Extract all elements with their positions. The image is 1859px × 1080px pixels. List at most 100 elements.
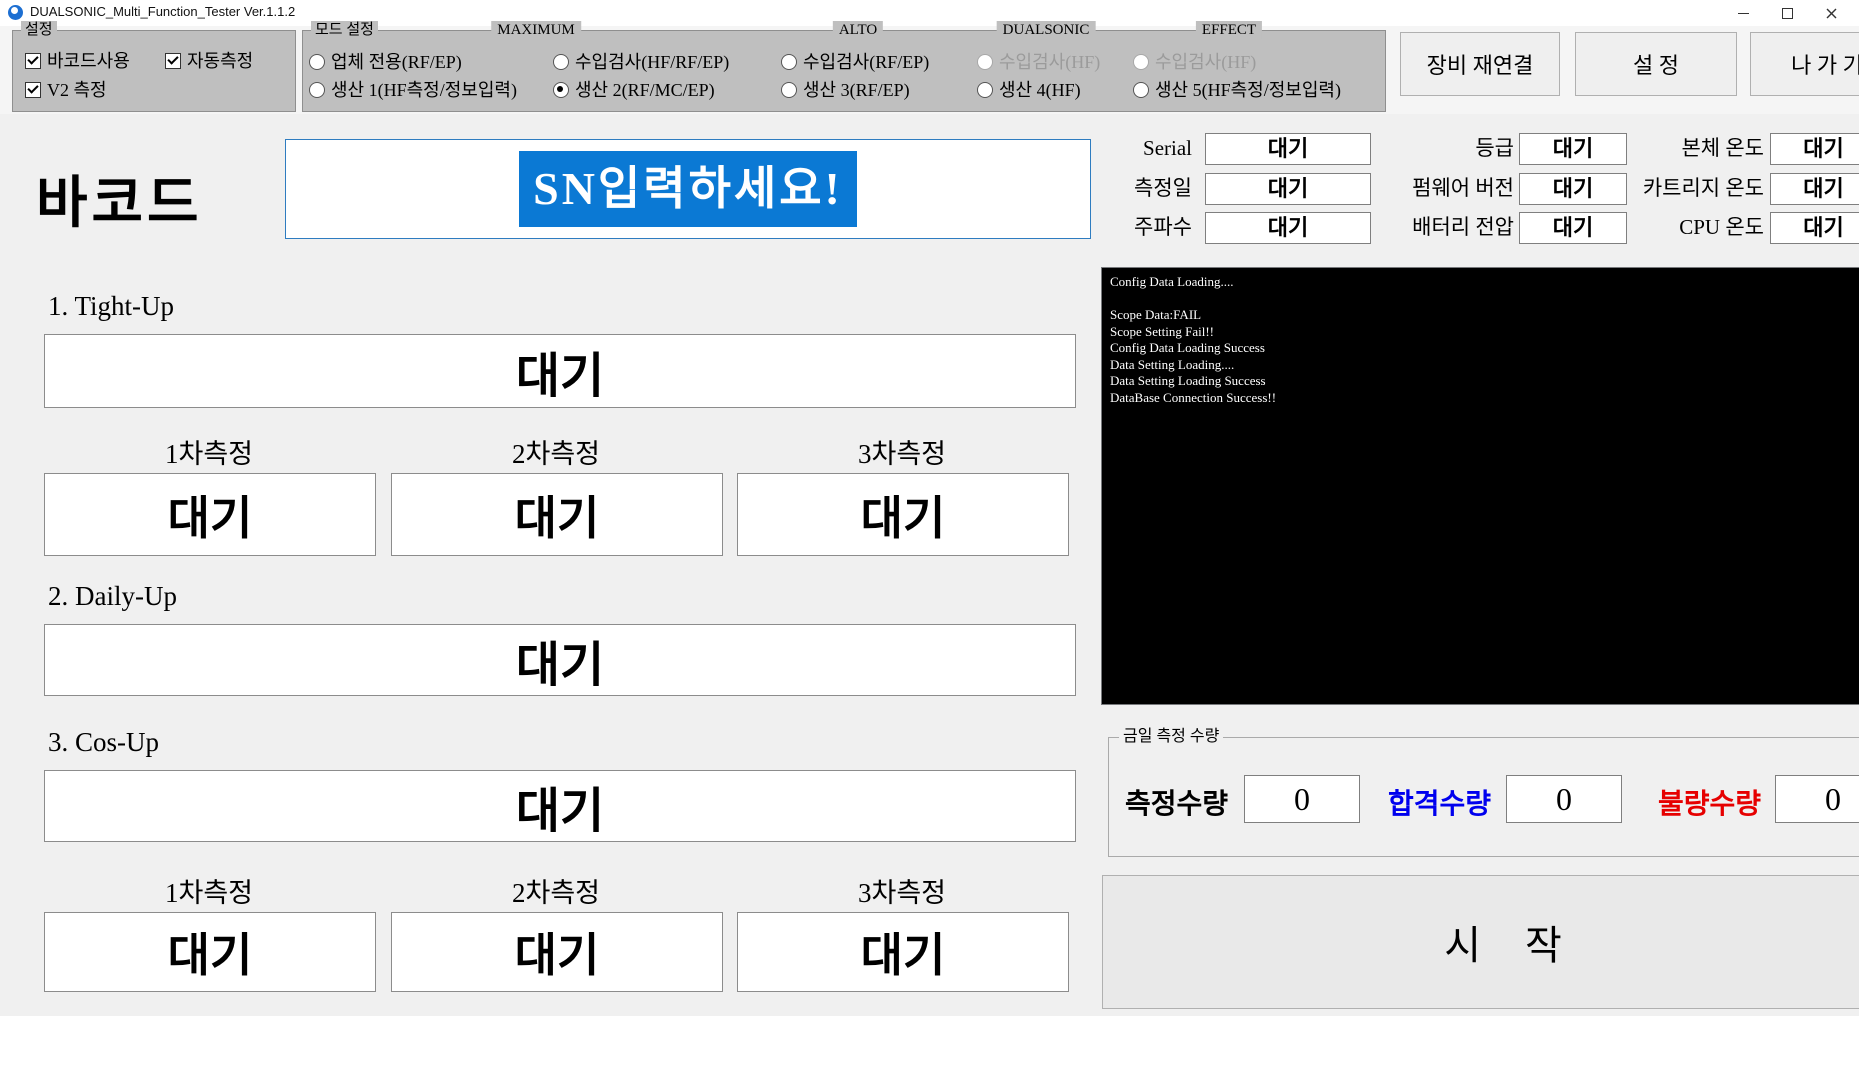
radio-icon (977, 82, 993, 98)
row2-measure1-box: 대기 (44, 912, 376, 992)
title-bar: DUALSONIC_Multi_Function_Tester Ver.1.1.… (0, 0, 1859, 26)
log-line: Data Setting Loading Success (1110, 373, 1852, 390)
radio-icon (781, 82, 797, 98)
radio-icon (309, 54, 325, 70)
radio-import-rf-ep[interactable]: 수입검사(RF/EP) (781, 51, 929, 73)
close-icon (1826, 8, 1837, 19)
daily-count-title: 금일 측정 수량 (1119, 728, 1223, 746)
settings-group: 설정 바코드사용 자동측정 V2 측정 (12, 30, 296, 112)
section-daily-up-title: 2. Daily-Up (48, 581, 177, 612)
row1-measure1-label: 1차측정 (44, 432, 374, 471)
body-temp-label: 본체 온도 (1580, 133, 1764, 163)
checkbox-icon (165, 53, 181, 69)
close-button[interactable] (1814, 0, 1848, 26)
top-panel: 설정 바코드사용 자동측정 V2 측정 모드 설정 MAXIMUM ALTO D… (0, 26, 1859, 114)
radio-icon (781, 54, 797, 70)
exit-button[interactable]: 나 가 기 (1750, 32, 1859, 96)
log-line: Config Data Loading.... (1110, 274, 1852, 291)
mode-col-maximum: MAXIMUM (491, 21, 581, 39)
row1-measure1-box: 대기 (44, 473, 376, 556)
cartridge-temp-value: 대기 (1770, 173, 1859, 205)
fail-count-label: 불량수량 (1658, 782, 1761, 822)
log-line: Scope Data:FAIL (1110, 307, 1852, 324)
row1-measure2-box: 대기 (391, 473, 723, 556)
row2-measure2-label: 2차측정 (391, 871, 721, 910)
radio-import-hf-effect[interactable]: 수입검사(HF) (1133, 51, 1256, 73)
measured-count-label: 측정수량 (1125, 782, 1228, 822)
radio-import-hf-dualsonic[interactable]: 수입검사(HF) (977, 51, 1100, 73)
daily-up-status-box: 대기 (44, 624, 1076, 696)
daily-count-group: 금일 측정 수량 측정수량 0 합격수량 0 불량수량 0 (1108, 737, 1859, 857)
barcode-selected-text: SN입력하세요! (519, 151, 857, 226)
fail-count-value: 0 (1775, 775, 1859, 823)
radio-icon (977, 54, 993, 70)
radio-production-2[interactable]: 생산 2(RF/MC/EP) (553, 79, 715, 101)
mode-col-alto: ALTO (833, 21, 883, 39)
checkbox-auto-measure[interactable]: 자동측정 (165, 50, 253, 72)
cpu-temp-label: CPU 온도 (1580, 212, 1764, 242)
frequency-label: 주파수 (1040, 212, 1192, 242)
radio-icon (1133, 54, 1149, 70)
body-temp-value: 대기 (1770, 133, 1859, 165)
start-button[interactable]: 시 작 (1102, 875, 1859, 1009)
barcode-label: 바코드 (36, 158, 203, 239)
row2-measure3-box: 대기 (737, 912, 1069, 992)
log-line (1110, 291, 1852, 308)
firmware-version-label: 펌웨어 버전 (1330, 173, 1514, 203)
mode-col-effect: EFFECT (1196, 21, 1262, 39)
radio-icon (553, 82, 569, 98)
radio-production-3[interactable]: 생산 3(RF/EP) (781, 79, 910, 101)
minimize-button[interactable] (1726, 0, 1760, 26)
serial-label: Serial (1040, 133, 1192, 163)
mode-group-title: 모드 설정 (311, 21, 378, 39)
window-title: DUALSONIC_Multi_Function_Tester Ver.1.1.… (30, 4, 295, 19)
bottom-strip (0, 1016, 1859, 1080)
radio-icon (553, 54, 569, 70)
log-line: DataBase Connection Success!! (1110, 390, 1852, 407)
log-console: Config Data Loading.... Scope Data:FAIL … (1101, 267, 1859, 705)
log-line: Config Data Loading Success (1110, 340, 1852, 357)
tight-up-status-box: 대기 (44, 334, 1076, 408)
barcode-input[interactable]: SN입력하세요! (285, 139, 1091, 239)
maximize-icon (1782, 8, 1793, 19)
row2-measure3-label: 3차측정 (737, 871, 1067, 910)
device-reconnect-button[interactable]: 장비 재연결 (1400, 32, 1560, 96)
cos-up-status-box: 대기 (44, 770, 1076, 842)
app-icon (8, 5, 23, 20)
battery-voltage-label: 배터리 전압 (1330, 212, 1514, 242)
radio-production-4[interactable]: 생산 4(HF) (977, 79, 1081, 101)
app-window: DUALSONIC_Multi_Function_Tester Ver.1.1.… (0, 0, 1859, 1080)
log-line: Scope Setting Fail!! (1110, 324, 1852, 341)
row2-measure1-label: 1차측정 (44, 871, 374, 910)
checkbox-icon (25, 53, 41, 69)
grade-label: 등급 (1330, 133, 1514, 163)
log-line: Data Setting Loading.... (1110, 357, 1852, 374)
measure-date-label: 측정일 (1040, 173, 1192, 203)
section-cos-up-title: 3. Cos-Up (48, 727, 159, 758)
section-tight-up-title: 1. Tight-Up (48, 291, 174, 322)
radio-production-5[interactable]: 생산 5(HF측정/정보입력) (1133, 79, 1341, 101)
radio-production-1[interactable]: 생산 1(HF측정/정보입력) (309, 79, 517, 101)
radio-company-only[interactable]: 업체 전용(RF/EP) (309, 51, 462, 73)
row1-measure3-label: 3차측정 (737, 432, 1067, 471)
checkbox-icon (25, 82, 41, 98)
maximize-button[interactable] (1770, 0, 1804, 26)
row1-measure2-label: 2차측정 (391, 432, 721, 471)
cartridge-temp-label: 카트리지 온도 (1580, 173, 1764, 203)
checkbox-barcode-use[interactable]: 바코드사용 (25, 50, 130, 72)
cpu-temp-value: 대기 (1770, 212, 1859, 244)
radio-icon (1133, 82, 1149, 98)
row1-measure3-box: 대기 (737, 473, 1069, 556)
checkbox-v2-measure[interactable]: V2 측정 (25, 79, 107, 101)
mode-group: 모드 설정 MAXIMUM ALTO DUALSONIC EFFECT 업체 전… (302, 30, 1386, 112)
settings-group-title: 설정 (21, 21, 57, 39)
radio-icon (309, 82, 325, 98)
mode-col-dualsonic: DUALSONIC (997, 21, 1096, 39)
pass-count-value: 0 (1506, 775, 1622, 823)
row2-measure2-box: 대기 (391, 912, 723, 992)
measured-count-value: 0 (1244, 775, 1360, 823)
pass-count-label: 합격수량 (1388, 782, 1491, 822)
minimize-icon (1738, 13, 1749, 14)
settings-button[interactable]: 설 정 (1575, 32, 1737, 96)
radio-import-hf-rf-ep[interactable]: 수입검사(HF/RF/EP) (553, 51, 729, 73)
